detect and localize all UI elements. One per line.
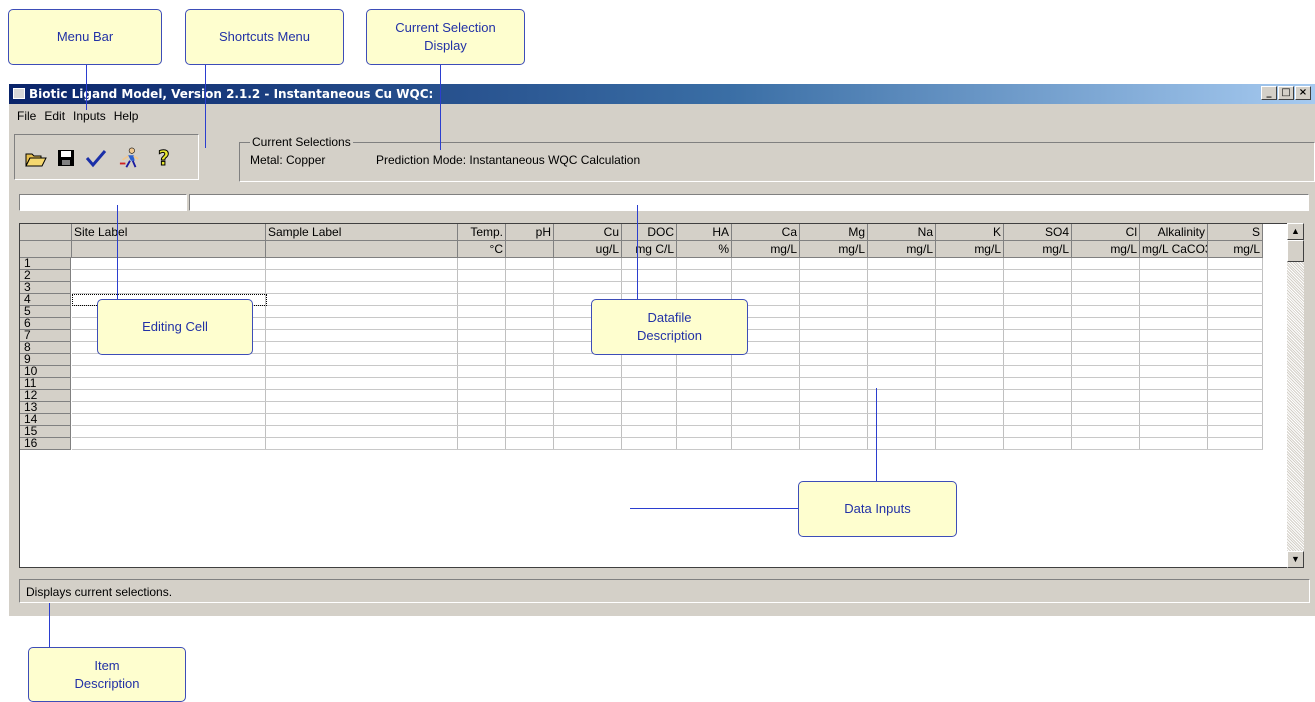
column-unit: mg/L <box>1072 241 1140 258</box>
column-unit <box>506 241 554 258</box>
check-icon[interactable] <box>85 147 107 169</box>
callout-item-description: Item Description <box>28 647 186 702</box>
menu-help[interactable]: Help <box>112 106 145 126</box>
column-header[interactable]: Sample Label <box>266 224 458 241</box>
column-header[interactable]: pH <box>506 224 554 241</box>
column-unit: mg/L <box>1208 241 1263 258</box>
leader-item-desc <box>49 603 50 647</box>
table-row[interactable] <box>72 425 1263 426</box>
column-unit: mg/L <box>732 241 800 258</box>
leader-shortcuts <box>205 65 206 148</box>
grid-corner <box>20 224 72 241</box>
column-header[interactable]: Site Label <box>72 224 266 241</box>
current-selections-label: Current Selections <box>250 135 353 149</box>
grid-line <box>1262 258 1263 450</box>
callout-editing-cell: Editing Cell <box>97 299 253 355</box>
scroll-thumb[interactable] <box>1287 240 1304 262</box>
column-unit <box>72 241 266 258</box>
grid-line <box>1003 258 1004 450</box>
data-grid: Site Label Sample Label Temp. °C pH Cu ug/L DOC… <box>19 223 1298 568</box>
table-row[interactable] <box>72 449 1263 450</box>
table-row[interactable] <box>72 269 1263 270</box>
leader-menu-bar <box>86 65 87 110</box>
table-row[interactable] <box>72 413 1263 414</box>
maximize-button[interactable]: □ <box>1278 86 1294 100</box>
grid-line <box>1139 258 1140 450</box>
table-row[interactable] <box>72 281 1263 282</box>
table-row[interactable] <box>72 365 1263 366</box>
current-selections-panel: Current Selections Metal: Copper Predict… <box>239 135 1315 182</box>
save-disk-icon[interactable] <box>55 147 77 169</box>
app-icon <box>13 88 25 99</box>
svg-text:?: ? <box>158 147 170 169</box>
grid-line <box>1071 258 1072 450</box>
grid-line <box>553 258 554 450</box>
callout-current-selection-display: Current Selection Display <box>366 9 525 65</box>
table-row[interactable] <box>72 437 1263 438</box>
close-button[interactable]: × <box>1295 86 1311 100</box>
menu-file[interactable]: File <box>9 106 42 126</box>
grid-line <box>867 258 868 450</box>
column-unit <box>266 241 458 258</box>
callout-data-inputs: Data Inputs <box>798 481 957 537</box>
column-unit: mg/L <box>868 241 936 258</box>
item-cell-field[interactable] <box>19 194 187 211</box>
window-title: Biotic Ligand Model, Version 2.1.2 - Ins… <box>29 87 434 101</box>
column-unit: % <box>677 241 732 258</box>
status-bar: Displays current selections. <box>19 579 1310 603</box>
open-folder-icon[interactable] <box>25 147 47 169</box>
prediction-mode: Prediction Mode: Instantaneous WQC Calcu… <box>376 153 641 167</box>
column-header[interactable]: K <box>936 224 1004 241</box>
help-question-icon[interactable]: ? <box>153 147 175 169</box>
column-header[interactable]: Cl <box>1072 224 1140 241</box>
leader-data-inputs-h <box>630 508 798 509</box>
leader-datafile <box>637 205 638 299</box>
callout-shortcuts-menu: Shortcuts Menu <box>185 9 344 65</box>
grid-line <box>1207 258 1208 450</box>
grid-line <box>265 258 266 450</box>
column-unit: mg/L <box>936 241 1004 258</box>
row-header[interactable]: 16 <box>20 437 71 450</box>
menu-bar: File Edit Inputs Help <box>9 106 144 126</box>
column-unit: mg/L <box>800 241 868 258</box>
column-unit: mg/L <box>1004 241 1072 258</box>
column-unit: ug/L <box>554 241 622 258</box>
grid-line <box>799 258 800 450</box>
vertical-scrollbar[interactable]: ▲ ▼ <box>1287 223 1304 568</box>
column-unit: mg C/L <box>622 241 677 258</box>
column-unit: °C <box>458 241 506 258</box>
leader-selection <box>440 65 441 150</box>
column-header[interactable]: Cu <box>554 224 622 241</box>
status-text: Displays current selections. <box>26 585 173 599</box>
table-row[interactable] <box>72 401 1263 402</box>
table-row[interactable] <box>72 389 1263 390</box>
menu-edit[interactable]: Edit <box>42 106 71 126</box>
column-header[interactable]: SO4 <box>1004 224 1072 241</box>
shortcuts-toolbar: ? <box>14 134 199 180</box>
run-figure-icon[interactable] <box>119 147 141 169</box>
column-header[interactable]: HA <box>677 224 732 241</box>
column-header[interactable]: Ca <box>732 224 800 241</box>
minimize-button[interactable]: _ <box>1261 86 1277 100</box>
metal-selection: Metal: Copper <box>250 153 326 167</box>
leader-editing-cell <box>117 205 118 299</box>
callout-datafile-description: Datafile Description <box>591 299 748 355</box>
column-unit: mg/L CaCO3 <box>1140 241 1208 258</box>
grid-line <box>505 258 506 450</box>
callout-menu-bar: Menu Bar <box>8 9 162 65</box>
column-header[interactable]: Alkalinity <box>1140 224 1208 241</box>
scroll-up-icon[interactable]: ▲ <box>1287 223 1304 240</box>
column-header[interactable]: S <box>1208 224 1263 241</box>
column-header[interactable]: Temp. <box>458 224 506 241</box>
datafile-description-field[interactable] <box>189 194 1309 211</box>
grid-line <box>457 258 458 450</box>
table-row[interactable] <box>72 377 1263 378</box>
grid-line <box>935 258 936 450</box>
leader-data-inputs-v <box>876 388 877 481</box>
column-header[interactable]: Na <box>868 224 936 241</box>
scroll-down-icon[interactable]: ▼ <box>1287 551 1304 568</box>
column-header[interactable]: DOC <box>622 224 677 241</box>
column-header[interactable]: Mg <box>800 224 868 241</box>
menu-inputs[interactable]: Inputs <box>71 106 112 126</box>
